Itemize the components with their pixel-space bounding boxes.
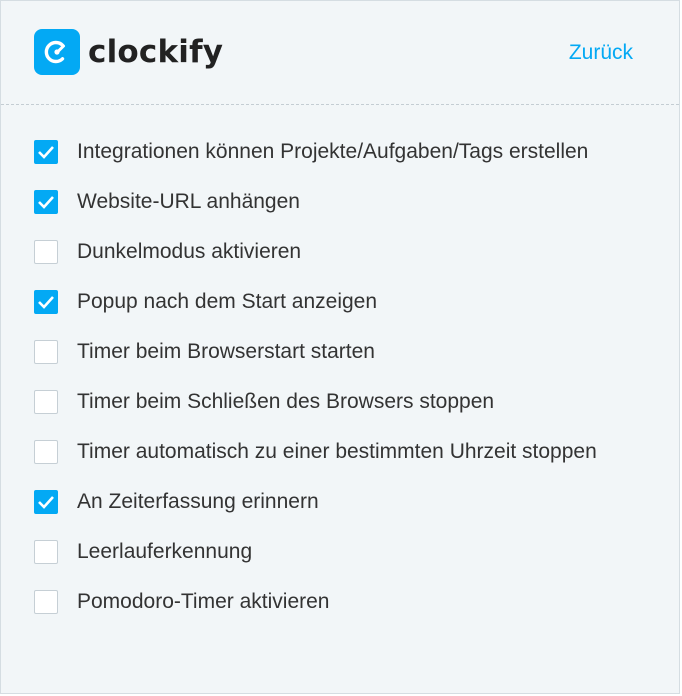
back-link[interactable]: Zurück (569, 41, 633, 65)
setting-label: An Zeiterfassung erinnern (77, 490, 319, 513)
checkbox[interactable] (34, 540, 58, 564)
setting-item[interactable]: Pomodoro-Timer aktivieren (34, 577, 597, 627)
checkbox[interactable] (34, 140, 58, 164)
checkmark-icon (38, 496, 54, 509)
checkbox[interactable] (34, 490, 58, 514)
header: clockify Zurück (1, 1, 679, 105)
setting-item[interactable]: Timer beim Browserstart starten (34, 327, 597, 377)
checkbox[interactable] (34, 190, 58, 214)
setting-item[interactable]: Timer beim Schließen des Browsers stoppe… (34, 377, 597, 427)
setting-item[interactable]: An Zeiterfassung erinnern (34, 477, 597, 527)
setting-label: Leerlauferkennung (77, 540, 253, 563)
setting-label: Website-URL anhängen (77, 190, 300, 213)
logo-text: clockify (88, 34, 224, 70)
setting-item[interactable]: Popup nach dem Start anzeigen (34, 277, 597, 327)
setting-item[interactable]: Leerlauferkennung (34, 527, 597, 577)
setting-item[interactable]: Website-URL anhängen (34, 177, 597, 227)
clockify-logo-icon (34, 29, 80, 75)
checkbox[interactable] (34, 590, 58, 614)
setting-label: Dunkelmodus aktivieren (77, 240, 302, 263)
checkmark-icon (38, 296, 54, 309)
setting-label: Pomodoro-Timer aktivieren (77, 590, 330, 613)
setting-item[interactable]: Timer automatisch zu einer bestimmten Uh… (34, 427, 597, 477)
setting-label: Timer automatisch zu einer bestimmten Uh… (77, 440, 597, 463)
checkbox[interactable] (34, 240, 58, 264)
settings-panel: clockify Zurück Integrationen können Pro… (0, 0, 680, 694)
checkbox[interactable] (34, 290, 58, 314)
setting-label: Timer beim Browserstart starten (77, 340, 375, 363)
checkbox[interactable] (34, 440, 58, 464)
clockify-logo: clockify (34, 29, 223, 75)
checkbox[interactable] (34, 340, 58, 364)
setting-label: Popup nach dem Start anzeigen (77, 290, 378, 313)
checkmark-icon (38, 196, 54, 209)
setting-label: Timer beim Schließen des Browsers stoppe… (77, 390, 495, 413)
setting-item[interactable]: Integrationen können Projekte/Aufgaben/T… (34, 127, 597, 177)
checkbox[interactable] (34, 390, 58, 414)
checkmark-icon (38, 146, 54, 159)
setting-item[interactable]: Dunkelmodus aktivieren (34, 227, 597, 277)
setting-label: Integrationen können Projekte/Aufgaben/T… (77, 140, 589, 163)
settings-list: Integrationen können Projekte/Aufgaben/T… (34, 127, 597, 627)
